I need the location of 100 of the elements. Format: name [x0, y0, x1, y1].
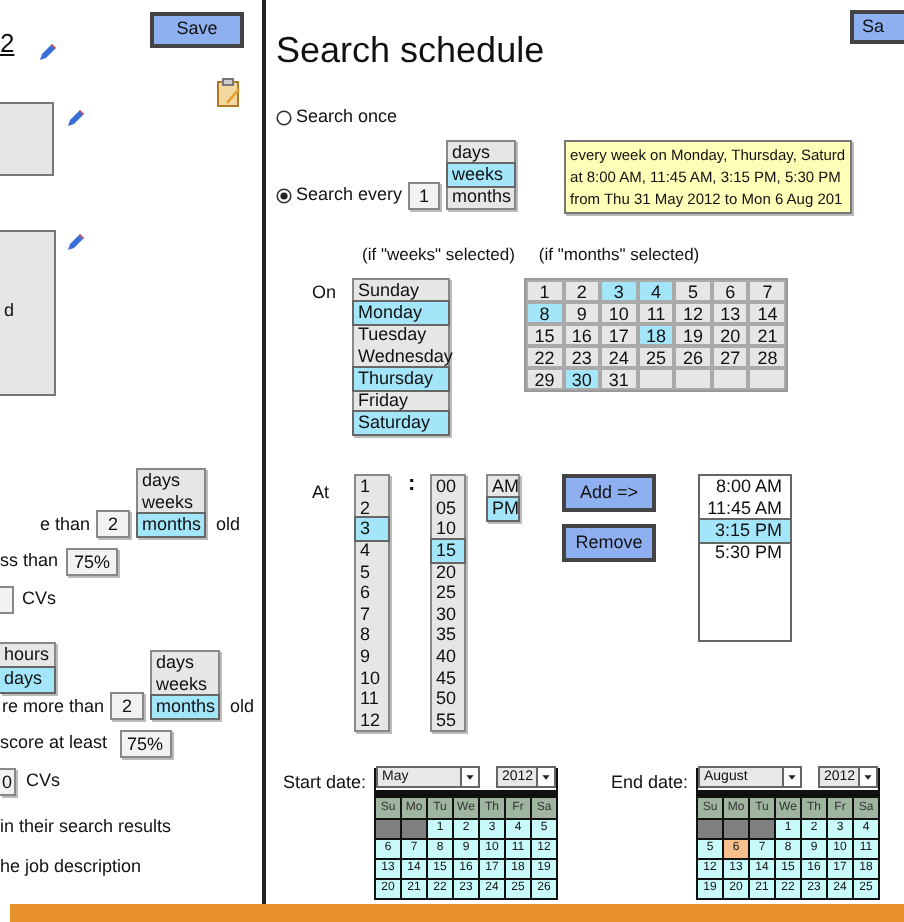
input-field[interactable]: 1	[408, 181, 441, 209]
month-day[interactable]: 16	[563, 324, 601, 347]
list-item[interactable]: 3:15 PM	[700, 520, 790, 543]
list-item[interactable]: weeks	[138, 491, 205, 513]
month-day[interactable]: 26	[674, 346, 712, 369]
list-item[interactable]: 9	[356, 646, 388, 668]
list-box[interactable]: days weeks months	[150, 649, 221, 719]
list-item[interactable]: 8:00 AM	[700, 476, 790, 499]
radio-button[interactable]	[276, 109, 292, 126]
list-item[interactable]: 10	[356, 667, 388, 689]
list-box[interactable]: 00 05 10 15 20 25 30 35 40 45 50 55	[430, 474, 466, 733]
month-day[interactable]: 18	[637, 324, 675, 347]
remove-button[interactable]: Remove	[562, 524, 656, 563]
list-item[interactable]: 5:30 PM	[700, 542, 790, 565]
month-day[interactable]: 25	[637, 346, 675, 369]
list-item[interactable]: weeks	[448, 163, 515, 185]
input-field[interactable]	[0, 585, 14, 613]
clipboard-icon[interactable]	[216, 77, 242, 107]
month-day[interactable]: 20	[711, 324, 749, 347]
list-item[interactable]: days	[138, 469, 205, 491]
list-item[interactable]: AM	[488, 476, 518, 499]
list-item[interactable]: 12	[356, 709, 388, 731]
month-day[interactable]: 3	[600, 280, 638, 303]
list-item[interactable]: 10	[432, 518, 464, 541]
month-day[interactable]: 22	[526, 346, 564, 369]
month-day[interactable]: 23	[563, 346, 601, 369]
input-field[interactable]: 75%	[66, 547, 119, 575]
list-box[interactable]: 8:00 AM 11:45 AM 3:15 PM 5:30 PM	[700, 476, 790, 565]
add-button[interactable]: Add =>	[562, 474, 656, 513]
list-item[interactable]: months	[448, 185, 515, 207]
month-day[interactable]: 4	[637, 280, 675, 303]
pencil-icon[interactable]	[66, 107, 86, 127]
list-item[interactable]: days	[0, 667, 54, 691]
list-item[interactable]: days	[152, 651, 219, 673]
input-field[interactable]: 75%	[119, 729, 172, 757]
list-item[interactable]: months	[138, 513, 205, 535]
month-day[interactable]: 10	[600, 302, 638, 325]
list-item[interactable]: 35	[432, 624, 464, 646]
month-day[interactable]: 27	[711, 346, 749, 369]
list-item[interactable]: 2	[356, 497, 388, 519]
month-day[interactable]: 24	[600, 346, 638, 369]
month-day[interactable]: 12	[674, 302, 712, 325]
pencil-icon[interactable]	[66, 231, 86, 251]
radio-button[interactable]	[276, 187, 292, 203]
month-day-grid[interactable]: 1 2 3 4 5 6 7 8 9 10 11 12 13 14 15 16 17 18 19 20 21 22 23 24 25 26 27 28 29 30 31	[524, 278, 788, 393]
month-day[interactable]: 30	[563, 368, 601, 391]
list-item[interactable]: 50	[432, 688, 464, 710]
month-day[interactable]: 2	[563, 280, 601, 303]
list-item[interactable]: 00	[432, 476, 464, 498]
month-day[interactable]: 6	[711, 280, 749, 303]
list-item[interactable]: 25	[432, 582, 464, 604]
list-box[interactable]: days weeks months	[446, 139, 517, 209]
month-day[interactable]: 17	[600, 324, 638, 347]
month-day[interactable]: 5	[674, 280, 712, 303]
input-field[interactable]: 2	[110, 691, 145, 719]
list-item[interactable]: PM	[488, 498, 518, 521]
list-item[interactable]: 5	[356, 561, 388, 583]
month-day[interactable]: 11	[637, 302, 675, 325]
save-button[interactable]: Save	[150, 12, 244, 48]
list-item[interactable]: 30	[432, 603, 464, 625]
list-item[interactable]: hours	[0, 643, 54, 667]
list-item[interactable]: Sunday	[354, 280, 448, 303]
list-item[interactable]: 6	[356, 582, 388, 604]
pencil-icon[interactable]	[38, 42, 59, 62]
list-item[interactable]: months	[152, 695, 219, 717]
list-box[interactable]: days weeks months	[136, 467, 207, 537]
month-day[interactable]: 15	[526, 324, 564, 347]
list-item[interactable]: Saturday	[354, 412, 448, 435]
list-item[interactable]: 55	[432, 709, 464, 731]
month-day[interactable]: 1	[526, 280, 564, 303]
month-day[interactable]: 29	[526, 368, 564, 391]
list-item[interactable]: 40	[432, 646, 464, 668]
input-field[interactable]: 2	[96, 509, 131, 537]
list-item[interactable]: 15	[432, 540, 464, 562]
month-day[interactable]: 14	[748, 302, 786, 325]
list-item[interactable]: 4	[356, 540, 388, 562]
list-item[interactable]: 7	[356, 603, 388, 625]
list-item[interactable]: 20	[432, 561, 464, 583]
month-day[interactable]: 19	[674, 324, 712, 347]
list-item[interactable]: Tuesday	[354, 324, 448, 347]
list-item[interactable]: Monday	[354, 302, 448, 325]
list-box[interactable]: 1 2 3 4 5 6 7 8 9 10 11 12	[354, 474, 390, 733]
list-item[interactable]: 11	[356, 688, 388, 710]
list-item[interactable]: Wednesday	[354, 346, 448, 369]
month-day[interactable]: 13	[711, 302, 749, 325]
list-item[interactable]: 3	[356, 518, 388, 541]
list-item[interactable]: 11:45 AM	[700, 498, 790, 521]
list-item[interactable]: 1	[356, 476, 388, 498]
month-day[interactable]: 31	[600, 368, 638, 391]
list-item[interactable]: 05	[432, 497, 464, 519]
month-day[interactable]: 21	[748, 324, 786, 347]
save-button[interactable]: Sa	[850, 10, 904, 44]
list-item[interactable]: 8	[356, 624, 388, 646]
list-box[interactable]: AM PM	[486, 474, 520, 523]
list-item[interactable]: Thursday	[354, 368, 448, 391]
list-item[interactable]: 45	[432, 667, 464, 689]
text-box[interactable]	[0, 101, 54, 175]
month-day[interactable]: 7	[748, 280, 786, 303]
month-day[interactable]: 8	[526, 302, 564, 325]
list-item[interactable]: days	[448, 141, 515, 163]
